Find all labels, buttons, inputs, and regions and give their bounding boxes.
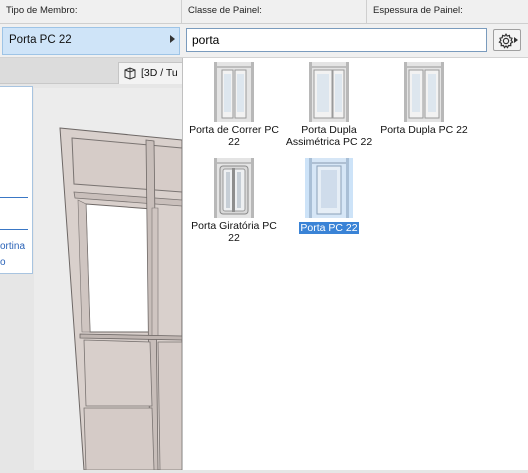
curtain-wall-3d-model bbox=[59, 127, 183, 471]
panel-class-label: Classe de Painel: bbox=[182, 0, 367, 24]
member-type-value: Porta PC 22 bbox=[9, 34, 72, 46]
member-type-select[interactable]: Porta PC 22 bbox=[2, 27, 180, 55]
door-thumbnail-icon bbox=[305, 158, 353, 218]
search-field[interactable] bbox=[186, 28, 487, 52]
side-panel: ortina o bbox=[0, 86, 33, 274]
result-item-label: Porta PC 22 bbox=[299, 222, 359, 234]
settings-button[interactable] bbox=[493, 29, 521, 51]
member-type-label: Tipo de Membro: bbox=[0, 0, 182, 24]
side-panel-link[interactable]: o bbox=[0, 257, 6, 268]
door-thumbnail-icon bbox=[309, 62, 349, 122]
3d-view-icon bbox=[124, 67, 136, 80]
door-thumbnail-icon bbox=[214, 158, 254, 218]
door-thumbnail-icon bbox=[214, 62, 254, 122]
result-item-porta-dupla[interactable]: Porta Dupla PC 22 bbox=[376, 62, 472, 152]
side-panel-link[interactable]: ortina bbox=[0, 241, 25, 252]
panel-thickness-label: Espessura de Painel: bbox=[373, 5, 463, 16]
search-input[interactable] bbox=[192, 33, 472, 47]
result-item-label: Porta Dupla PC 22 bbox=[380, 124, 468, 136]
header-row: Tipo de Membro: Classe de Painel: Espess… bbox=[0, 0, 528, 24]
search-results-panel: Porta de Correr PC 22 Porta Dupla Assimé… bbox=[182, 58, 528, 470]
result-item-porta-pc22[interactable]: Porta PC 22 bbox=[281, 158, 377, 248]
3d-viewport[interactable] bbox=[34, 88, 183, 471]
tab-3d-view[interactable]: [3D / Tu bbox=[118, 62, 188, 84]
result-item-label: Porta Giratória PC 22 bbox=[191, 220, 277, 244]
chevron-right-icon bbox=[170, 35, 175, 43]
result-item-label: Porta de Correr PC 22 bbox=[189, 124, 279, 148]
result-item-porta-giratoria[interactable]: Porta Giratória PC 22 bbox=[186, 158, 282, 248]
result-item-label: Porta Dupla Assimétrica PC 22 bbox=[285, 124, 373, 148]
chevron-right-icon bbox=[514, 37, 518, 43]
door-thumbnail-icon bbox=[404, 62, 444, 122]
tab-label: [3D / Tu bbox=[141, 67, 178, 79]
result-item-porta-de-correr[interactable]: Porta de Correr PC 22 bbox=[186, 62, 282, 152]
divider bbox=[0, 229, 28, 230]
divider bbox=[0, 197, 28, 198]
gear-icon bbox=[498, 33, 514, 49]
result-item-porta-dupla-assimetrica[interactable]: Porta Dupla Assimétrica PC 22 bbox=[281, 62, 377, 152]
